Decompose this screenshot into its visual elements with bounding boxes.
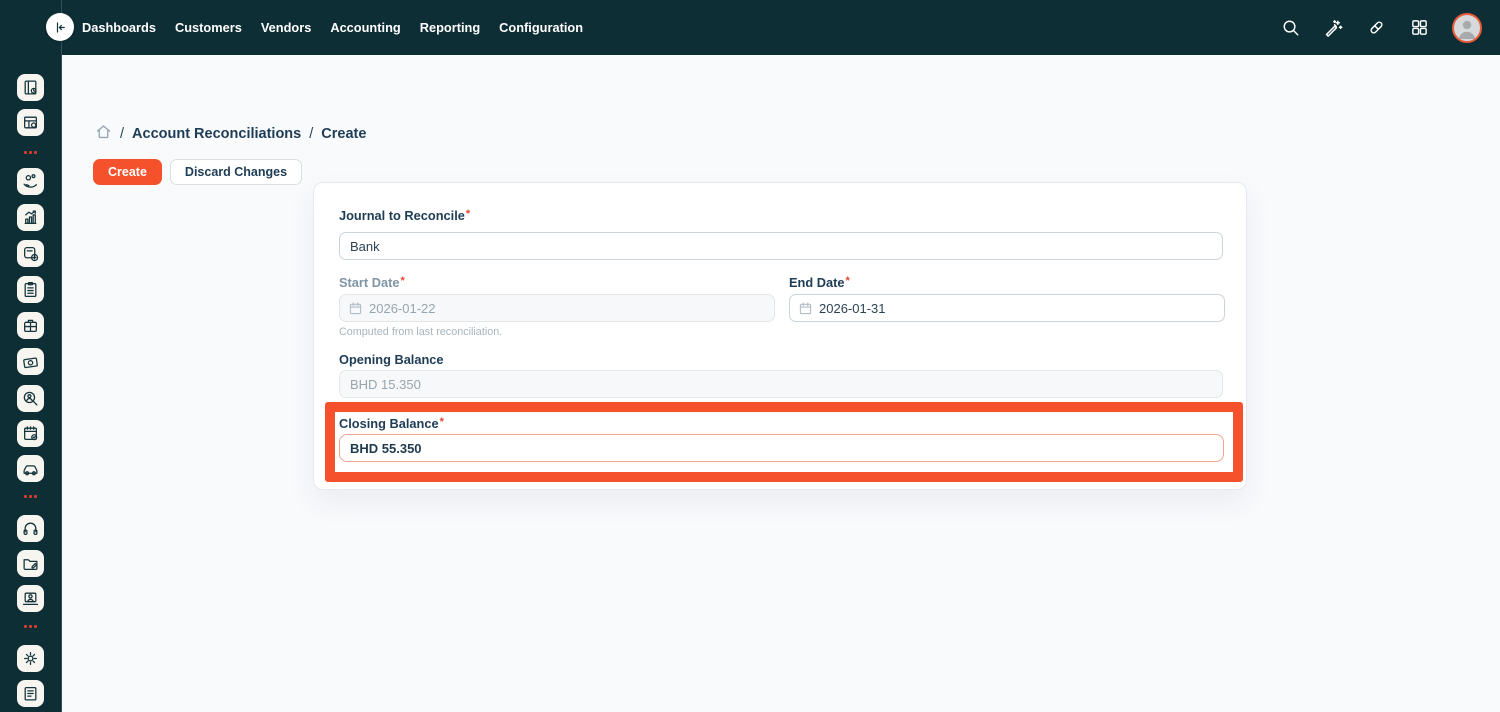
opening-balance-label: Opening Balance [339,352,444,367]
nav-item-configuration[interactable]: Configuration [499,20,583,35]
apps-grid-icon [1410,18,1429,37]
financial-chart-icon [22,209,39,226]
sidebar-item-documents[interactable] [17,550,44,577]
start-date-input: 2026-01-22 [339,294,775,322]
breadcrumb-account-reconciliations[interactable]: Account Reconciliations [132,126,301,142]
breadcrumb-separator: / [120,126,124,142]
apps-grid-button[interactable] [1409,18,1429,38]
sidebar-item-laptop[interactable] [17,585,44,612]
sidebar-item-briefcase[interactable] [17,312,44,339]
sidebar-item-dashboard[interactable] [17,109,44,136]
calendar-small-icon [799,302,812,315]
ledger-book-icon [22,79,39,96]
start-date-value: 2026-01-22 [369,301,436,316]
scale-plus-icon [22,245,39,262]
quick-new-button[interactable] [1323,18,1343,38]
sidebar-item-financial-chart[interactable] [17,204,44,231]
clipboard-calculator-icon [22,281,39,298]
nav-item-accounting[interactable]: Accounting [330,20,400,35]
calendar-small-icon [349,302,362,315]
start-date-helper: Computed from last reconciliation. [339,326,502,338]
home-icon [95,123,112,140]
magic-wand-icon [1323,18,1343,38]
topbar: Dashboards Customers Vendors Accounting … [0,0,1500,55]
topbar-right-icons [1280,0,1482,55]
sidebar-item-clipboard[interactable] [17,276,44,303]
calendar-icon [22,425,39,442]
journal-input[interactable] [339,232,1223,260]
sidebar-item-scale-add[interactable] [17,240,44,267]
user-search-icon [22,390,39,407]
car-icon [22,460,39,477]
search-button[interactable] [1280,18,1300,38]
highlight-annotation: Closing Balance* [325,402,1243,482]
folder-documents-icon [22,555,39,572]
nav-item-customers[interactable]: Customers [175,20,242,35]
breadcrumb-home[interactable] [95,123,112,144]
collapse-sidebar-icon [53,20,68,35]
create-button[interactable]: Create [93,159,162,185]
user-avatar[interactable] [1452,13,1482,43]
laptop-icon [22,590,39,607]
capsule-icon [1367,18,1386,37]
required-marker: * [400,275,404,287]
search-icon [1281,18,1300,37]
main-nav: Dashboards Customers Vendors Accounting … [82,0,583,55]
action-buttons: Create Discard Changes [93,159,302,185]
dashboard-calculator-icon [22,114,39,131]
required-marker: * [466,208,470,220]
sidebar-divider [24,151,37,154]
capsule-button[interactable] [1366,18,1386,38]
required-marker: * [845,275,849,287]
nav-item-vendors[interactable]: Vendors [261,20,312,35]
sales-hand-coin-icon [22,173,39,190]
pos-terminal-icon [22,685,39,702]
collapse-sidebar-button[interactable] [46,13,74,41]
reconciliation-form-card: Journal to Reconcile* Start Date* 2026-0… [313,182,1247,490]
sidebar-item-settings[interactable] [17,645,44,672]
sidebar-divider [24,625,37,628]
sidebar-item-ledger[interactable] [17,74,44,101]
sidebar-item-cash[interactable] [17,348,44,375]
breadcrumb-separator: / [309,126,313,142]
nav-item-dashboards[interactable]: Dashboards [82,20,156,35]
settings-gear-icon [22,650,39,667]
sidebar-item-support[interactable] [17,515,44,542]
sidebar-item-pos[interactable] [17,680,44,707]
briefcase-icon [22,317,39,334]
nav-item-reporting[interactable]: Reporting [420,20,480,35]
closing-balance-input[interactable] [339,434,1224,462]
sidebar [0,0,62,712]
journal-label: Journal to Reconcile* [339,208,470,223]
headset-support-icon [22,520,39,537]
sidebar-item-sales[interactable] [17,168,44,195]
required-marker: * [440,416,444,428]
sidebar-item-calendar[interactable] [17,420,44,447]
end-date-label: End Date* [789,275,850,290]
end-date-value: 2026-01-31 [819,301,886,316]
discard-changes-button[interactable]: Discard Changes [170,159,302,185]
breadcrumb-create: Create [321,126,366,142]
main-content: / Account Reconciliations / Create Creat… [63,55,1500,712]
sidebar-divider [24,495,37,498]
sidebar-item-car[interactable] [17,455,44,482]
breadcrumb: / Account Reconciliations / Create [95,123,366,144]
end-date-input[interactable]: 2026-01-31 [789,294,1225,322]
closing-balance-label: Closing Balance* [339,416,444,431]
opening-balance-input [339,370,1223,398]
user-avatar-icon [1454,15,1480,41]
start-date-label: Start Date* [339,275,405,290]
sidebar-item-user-search[interactable] [17,385,44,412]
cash-calculator-icon [22,353,39,370]
